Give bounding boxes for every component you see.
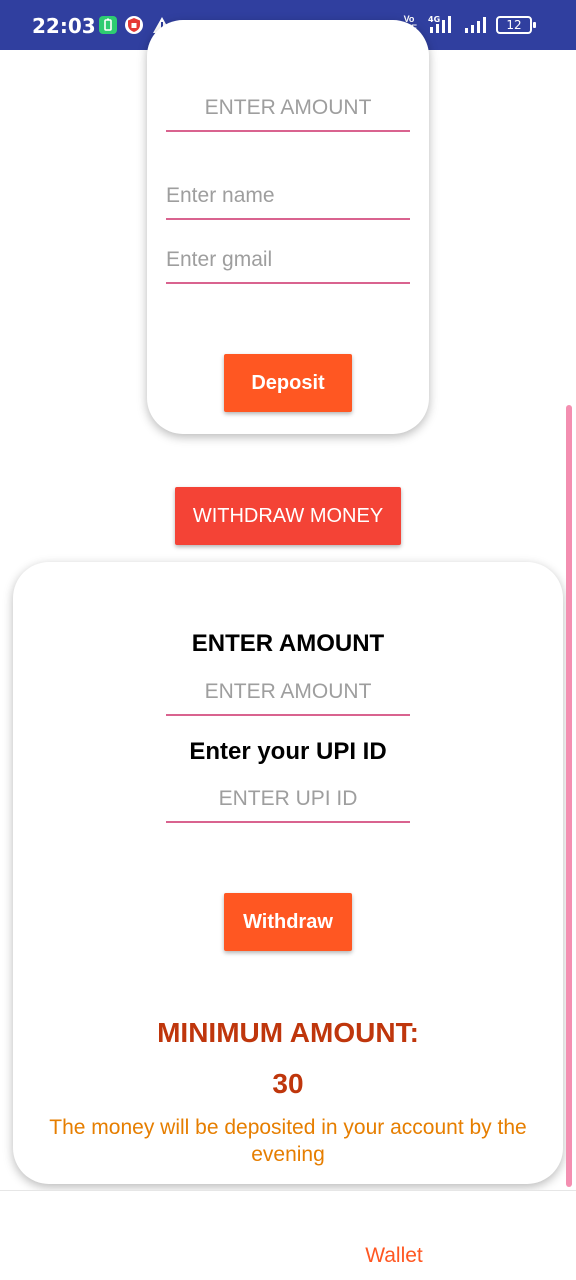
deposit-gmail-input[interactable]: Enter gmail xyxy=(166,244,410,284)
battery-level: 12 xyxy=(506,18,522,32)
minimum-amount-label: MINIMUM AMOUNT: xyxy=(157,1017,419,1048)
withdraw-button[interactable]: Withdraw xyxy=(224,893,352,951)
withdraw-money-button[interactable]: WITHDRAW MONEY xyxy=(175,487,401,545)
deposit-timing-note: The money will be deposited in your acco… xyxy=(49,1116,527,1166)
deposit-name-input[interactable]: Enter name xyxy=(166,180,410,220)
tab-wallet[interactable]: Wallet xyxy=(340,1244,448,1268)
battery-icon: 12 xyxy=(496,16,536,34)
minimum-amount-value: 30 xyxy=(272,1068,304,1099)
upi-id-input[interactable]: ENTER UPI ID xyxy=(166,783,410,823)
signal-icon xyxy=(465,17,486,33)
bottom-navigation xyxy=(0,1190,576,1280)
battery-app-icon xyxy=(99,16,117,34)
status-time: 22:03 xyxy=(32,14,96,38)
deposit-button[interactable]: Deposit xyxy=(224,354,352,412)
deposit-amount-input[interactable]: ENTER AMOUNT xyxy=(166,92,410,132)
svg-text:4G: 4G xyxy=(428,15,440,24)
shield-app-icon xyxy=(125,16,143,34)
withdraw-amount-heading: ENTER AMOUNT xyxy=(191,630,385,657)
scrollbar[interactable] xyxy=(566,405,572,1187)
signal-4g-icon: 4G xyxy=(428,15,451,33)
withdraw-amount-input[interactable]: ENTER AMOUNT xyxy=(166,676,410,716)
upi-heading: Enter your UPI ID xyxy=(189,738,387,765)
